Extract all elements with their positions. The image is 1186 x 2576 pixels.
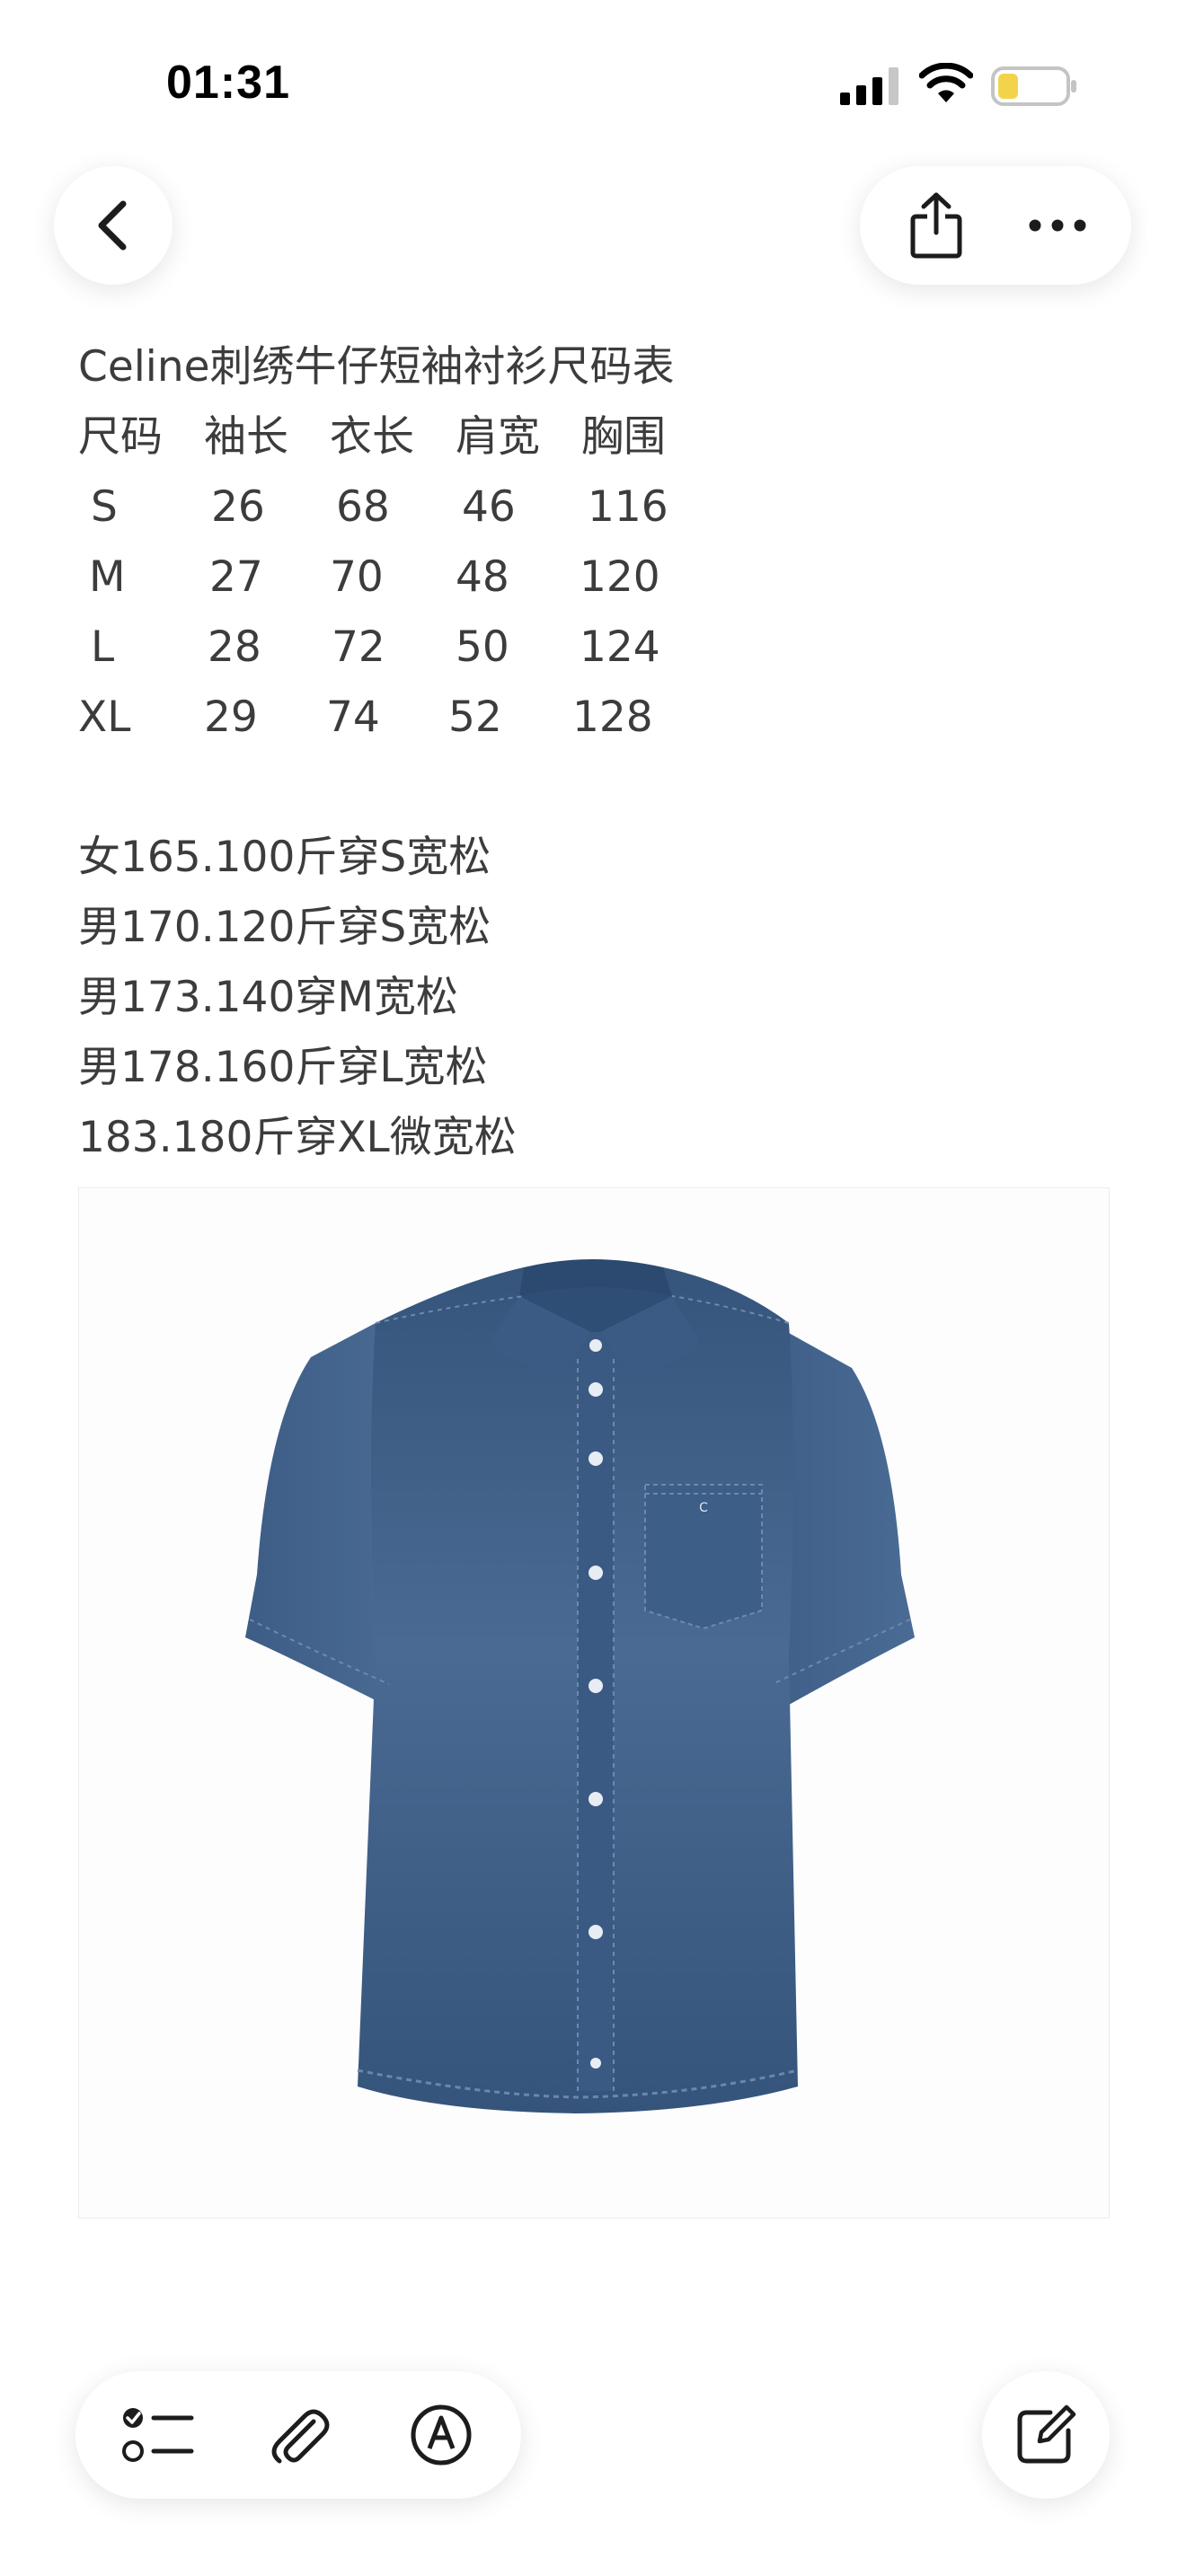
cell-sleeve: 26 <box>211 482 265 532</box>
markup-button[interactable] <box>378 2371 504 2499</box>
share-icon <box>910 192 962 259</box>
cell-size: S <box>91 482 118 532</box>
size-row: M 27 70 48 120 <box>78 543 1102 613</box>
size-row: XL 29 74 52 128 <box>78 683 1102 753</box>
cell-sleeve: 27 <box>209 552 263 602</box>
checklist-icon <box>122 2408 194 2462</box>
more-button[interactable] <box>995 166 1120 285</box>
cell-sleeve: 28 <box>208 622 261 672</box>
recommendation-line: 男178.160斤穿L宽松 <box>78 1043 488 1092</box>
cell-size: L <box>91 622 115 672</box>
size-row: L 28 72 50 124 <box>78 613 1102 683</box>
cell-length: 70 <box>330 552 384 602</box>
cell-length: 72 <box>332 622 385 672</box>
markup-pen-icon <box>411 2404 472 2466</box>
cell-shoulder: 48 <box>456 552 509 602</box>
cell-chest: 128 <box>572 693 653 742</box>
compose-button[interactable] <box>982 2371 1110 2499</box>
note-body[interactable]: Celine刺绣牛仔短袖衬衫尺码表 尺码 袖长 衣长 肩宽 胸围 S 26 68… <box>78 332 1102 1173</box>
back-button[interactable] <box>54 166 173 285</box>
header-shoulder: 肩宽 <box>456 412 540 462</box>
size-row: S 26 68 46 116 <box>78 472 1102 543</box>
note-title: Celine刺绣牛仔短袖衬衫尺码表 <box>78 342 675 392</box>
cellular-signal-icon <box>840 67 898 105</box>
status-bar: 01:31 <box>0 0 1186 171</box>
recommendation-line: 183.180斤穿XL微宽松 <box>78 1113 517 1162</box>
bottom-toolbar <box>75 2371 521 2499</box>
recommendation-line: 女165.100斤穿S宽松 <box>78 833 491 882</box>
recommendation-line: 男170.120斤穿S宽松 <box>78 903 491 952</box>
cell-chest: 120 <box>580 552 660 602</box>
checklist-button[interactable] <box>95 2371 221 2499</box>
size-table-header: 尺码 袖长 衣长 肩宽 胸围 <box>78 402 1102 472</box>
denim-shirt-image: C <box>245 1259 915 2113</box>
status-time: 01:31 <box>166 57 290 109</box>
paperclip-icon <box>271 2409 330 2464</box>
attach-button[interactable] <box>235 2371 361 2499</box>
cell-shoulder: 50 <box>456 622 509 672</box>
cell-shoulder: 46 <box>462 482 516 532</box>
cell-chest: 116 <box>588 482 668 532</box>
chevron-left-icon <box>98 200 127 251</box>
compose-icon <box>1017 2404 1076 2464</box>
cell-chest: 124 <box>580 622 660 672</box>
recommendation-line: 男173.140穿M宽松 <box>78 973 458 1022</box>
cell-length: 74 <box>326 693 380 742</box>
cell-size: M <box>89 552 126 602</box>
battery-icon <box>991 66 1076 106</box>
shirt-photo[interactable]: C <box>78 1187 1110 2219</box>
header-sleeve: 袖长 <box>204 412 288 462</box>
top-actions <box>860 166 1131 285</box>
wifi-icon <box>919 63 973 102</box>
cell-length: 68 <box>336 482 390 532</box>
cell-shoulder: 52 <box>448 693 502 742</box>
cell-size: XL <box>78 693 131 742</box>
header-size: 尺码 <box>78 412 163 462</box>
svg-text:C: C <box>699 1501 708 1515</box>
cell-sleeve: 29 <box>204 693 258 742</box>
header-chest: 胸围 <box>581 412 666 462</box>
header-length: 衣长 <box>330 412 414 462</box>
ellipsis-icon <box>1029 219 1086 232</box>
share-button[interactable] <box>878 166 995 285</box>
